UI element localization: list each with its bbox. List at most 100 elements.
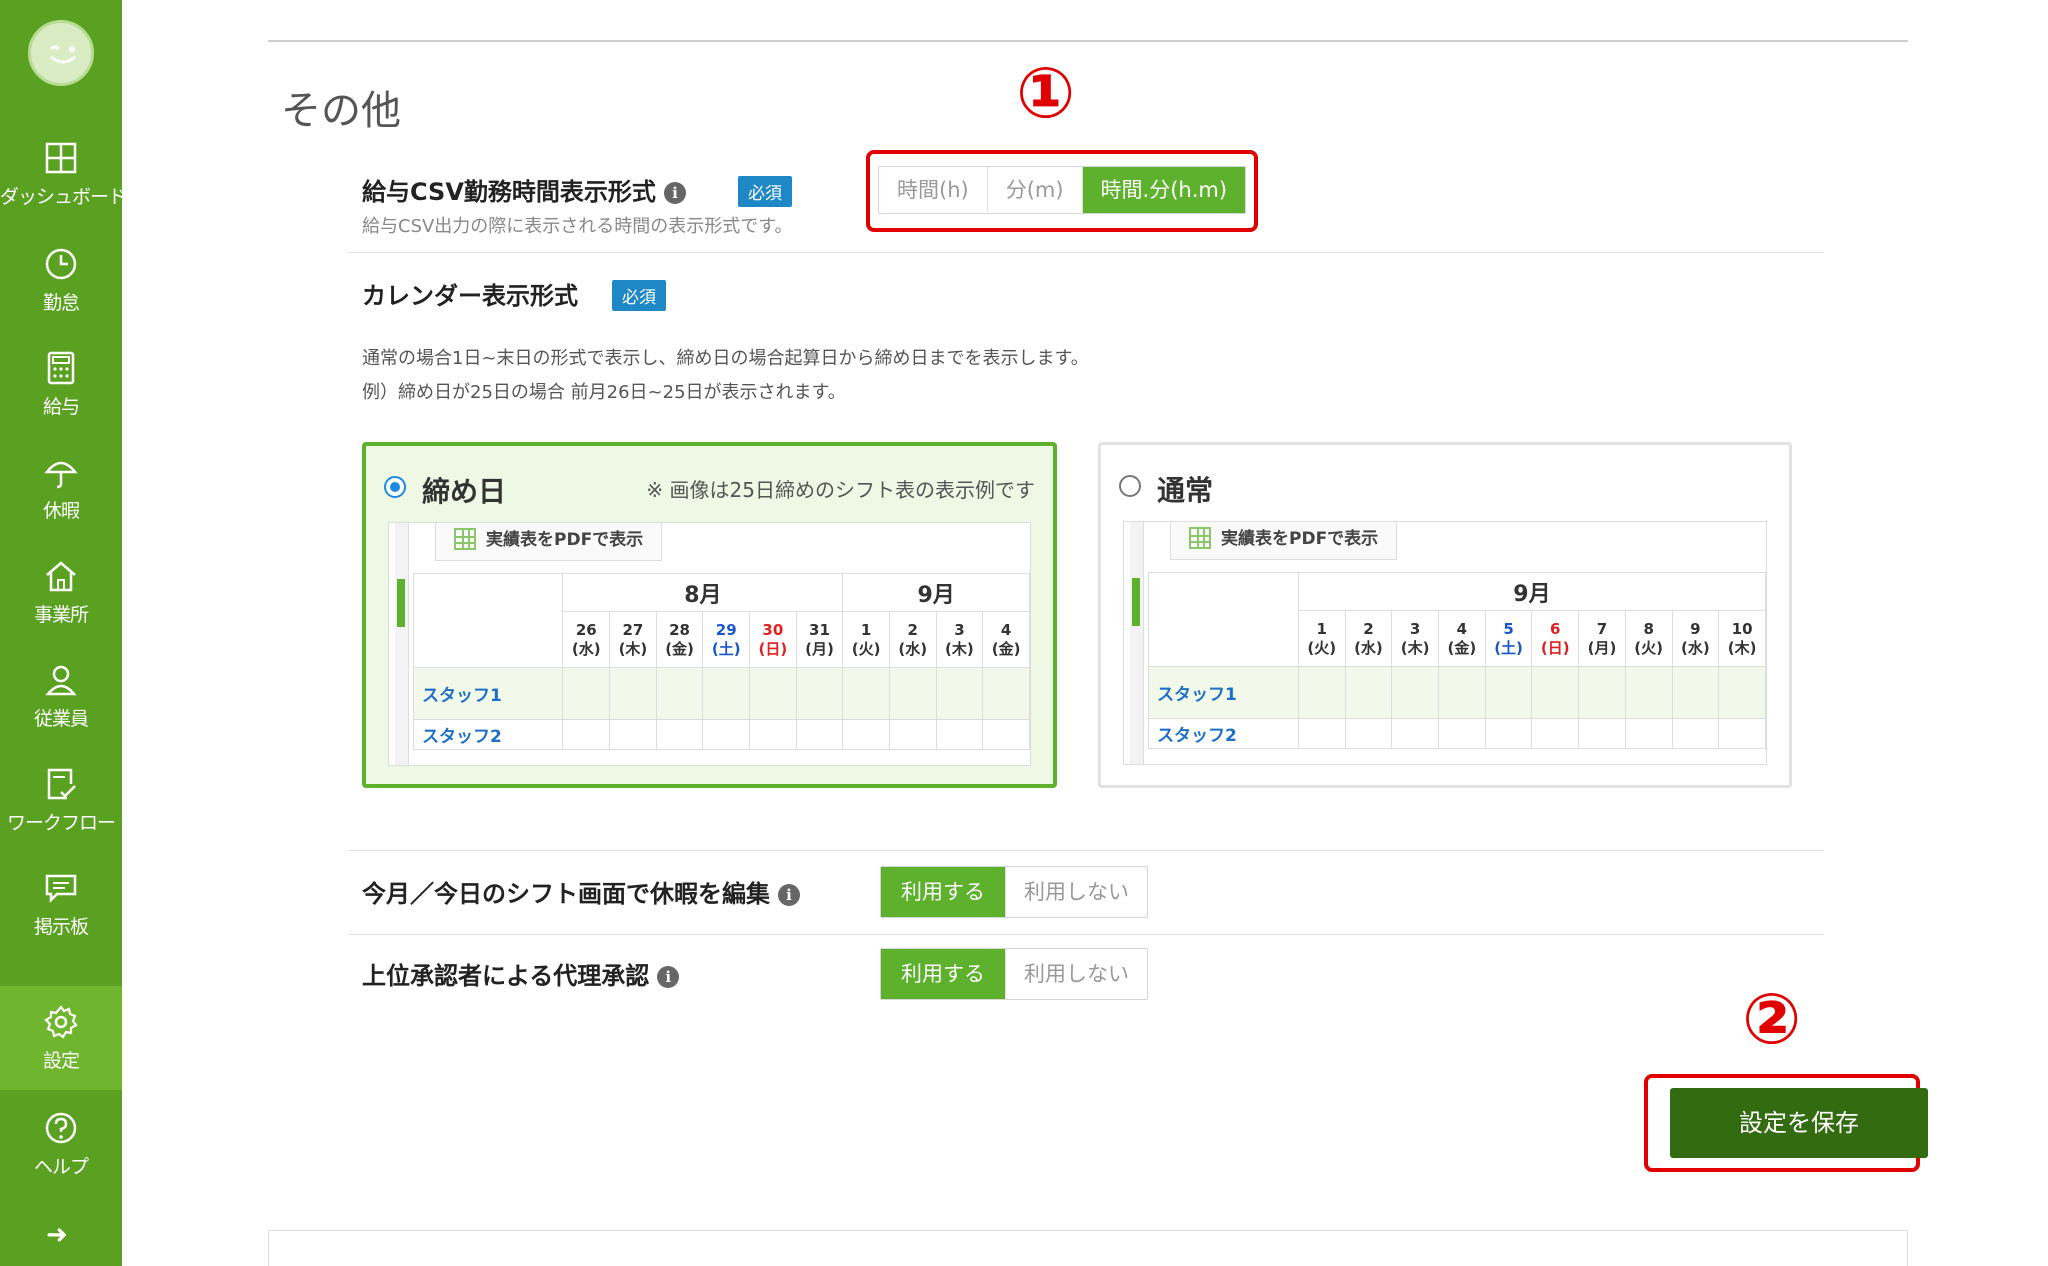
info-icon[interactable]: i — [778, 884, 800, 906]
staff-name: スタッフ2 — [412, 719, 564, 750]
annotation-box-1 — [866, 150, 1258, 232]
sidebar-item-label: 給与 — [42, 396, 80, 418]
sidebar: ダッシュボード 勤怠 給与 休暇 事業所 従業員 ワークフロー 掲示板 設定 ヘ… — [0, 0, 127, 1266]
sidebar-item-payroll[interactable]: 給与 — [0, 332, 122, 436]
shift-edit-option-use[interactable]: 利用する — [881, 867, 1006, 917]
preview-scroll-strip — [1130, 522, 1144, 764]
sidebar-item-help[interactable]: ヘルプ — [0, 1092, 122, 1196]
sidebar-item-workflow[interactable]: ワークフロー — [0, 748, 122, 852]
sidebar-item-bulletin[interactable]: 掲示板 — [0, 852, 122, 956]
sidebar-item-label: 従業員 — [33, 708, 89, 730]
expand-sidebar-icon[interactable]: ➜ — [46, 1220, 68, 1250]
staff-name: スタッフ1 — [412, 667, 564, 720]
home-icon — [46, 561, 76, 592]
sidebar-item-employees[interactable]: 従業員 — [0, 644, 122, 748]
proxy-approval-title-text: 上位承認者による代理承認 — [362, 962, 650, 990]
radio-closing-day[interactable] — [384, 476, 406, 498]
sidebar-item-leave[interactable]: 休暇 — [0, 436, 122, 540]
save-settings-button[interactable]: 設定を保存 — [1670, 1088, 1928, 1158]
table-icon — [454, 528, 476, 550]
staff-name: スタッフ2 — [1148, 718, 1299, 749]
sidebar-item-label: 掲示板 — [33, 916, 89, 938]
calendar-preview: 実績表をPDFで表示 8月 9月 26 (水) 27 (木) 28 (金) 29 (土)… — [388, 522, 1031, 766]
shift-edit-selector: 利用する 利用しない — [880, 866, 1148, 918]
day-header: 10 (木) — [1718, 610, 1766, 667]
top-divider — [268, 40, 1908, 42]
pdf-export-button: 実績表をPDFで表示 — [435, 523, 663, 561]
day-header: 2 (水) — [1344, 610, 1393, 667]
proxy-approval-selector: 利用する 利用しない — [880, 948, 1148, 1000]
chat-icon — [45, 874, 77, 904]
table-row: スタッフ1 — [412, 667, 1030, 720]
month-header: 9月 — [1297, 572, 1766, 611]
annotation-number-1: ① — [1016, 52, 1076, 134]
smiley-icon — [49, 45, 76, 64]
sidebar-item-office[interactable]: 事業所 — [0, 540, 122, 644]
sidebar-item-label: 休暇 — [42, 500, 80, 522]
preview-scroll-strip — [395, 523, 409, 765]
shift-table-preview: 8月 9月 26 (水) 27 (木) 28 (金) 29 (土) 30 (日) 31 (月… — [412, 573, 1030, 750]
shift-edit-title: 今月／今日のシフト画面で休暇を編集 i — [362, 874, 800, 909]
month-header: 8月 — [562, 573, 844, 612]
umbrella-icon — [44, 461, 78, 489]
proxy-approval-title: 上位承認者による代理承認 i — [362, 956, 680, 991]
section-title: その他 — [281, 88, 401, 134]
info-icon[interactable]: i — [663, 182, 686, 204]
day-header: 3 (木) — [935, 611, 984, 668]
sidebar-item-label: 勤怠 — [42, 292, 80, 314]
day-header: 9 (水) — [1671, 610, 1720, 667]
sidebar-item-label: 事業所 — [33, 604, 89, 626]
sidebar-item-attendance[interactable]: 勤怠 — [0, 228, 122, 332]
row-divider — [348, 252, 1824, 253]
pdf-export-label: 実績表をPDFで表示 — [486, 530, 644, 550]
day-header: 27 (木) — [609, 611, 657, 668]
sidebar-item-label: ヘルプ — [33, 1156, 89, 1178]
shift-table-preview: 9月 1 (火) 2 (水) 3 (木) 4 (金) 5 (土) 6 (日) 7 (月) 8(… — [1148, 572, 1766, 749]
row-divider — [348, 934, 1824, 935]
row-divider — [348, 850, 1824, 851]
card-note: ※ 画像は25日締めのシフト表の表示例です — [646, 478, 1035, 502]
calendar-option-closing-day[interactable]: 締め日 ※ 画像は25日締めのシフト表の表示例です 実績表をPDFで表示 8月 … — [362, 442, 1057, 788]
calendar-option-normal[interactable]: 通常 実績表をPDFで表示 9月 1 (火) 2 (水) 3 (木) 4 (金) 5 (土… — [1098, 442, 1792, 788]
day-header: 26 (水) — [562, 611, 611, 668]
calendar-format-description-2: 例）締め日が25日の場合 前月26日~25日が表示されます。 — [362, 382, 846, 403]
day-header: 31 (月) — [795, 611, 844, 668]
table-corner — [1148, 572, 1299, 667]
day-header: 6 (日) — [1531, 610, 1580, 667]
help-icon — [45, 1112, 77, 1144]
calendar-preview: 実績表をPDFで表示 9月 1 (火) 2 (水) 3 (木) 4 (金) 5 (土) 6… — [1123, 521, 1767, 765]
csv-format-title-text: 給与CSV勤務時間表示形式 — [362, 178, 656, 206]
table-row: スタッフ2 — [412, 719, 1030, 750]
info-icon[interactable]: i — [657, 966, 680, 988]
radio-normal[interactable] — [1119, 475, 1141, 497]
day-header: 1 (火) — [842, 611, 890, 668]
calendar-format-description-1: 通常の場合1日~末日の形式で表示し、締め日の場合起算日から締め日までを表示します… — [362, 348, 1089, 369]
sidebar-item-label: ワークフロー — [6, 812, 116, 834]
app-logo[interactable] — [28, 20, 94, 86]
table-row: スタッフ1 — [1148, 666, 1766, 719]
day-header: 5 (土) — [1484, 610, 1533, 667]
staff-name: スタッフ1 — [1148, 666, 1299, 719]
clock-icon — [45, 248, 77, 280]
sidebar-item-label: 設定 — [42, 1050, 80, 1072]
proxy-approval-option-not-use[interactable]: 利用しない — [1006, 949, 1147, 999]
month-header: 9月 — [842, 573, 1030, 612]
shift-edit-option-not-use[interactable]: 利用しない — [1006, 867, 1147, 917]
csv-format-description: 給与CSV出力の際に表示される時間の表示形式です。 — [362, 216, 793, 237]
day-header: 30 (日) — [749, 611, 797, 668]
required-badge: 必須 — [738, 176, 792, 207]
table-corner — [412, 573, 564, 668]
day-header: 28 (金) — [655, 611, 704, 668]
pdf-export-label: 実績表をPDFで表示 — [1221, 529, 1379, 549]
dashboard-icon — [45, 142, 77, 174]
proxy-approval-option-use[interactable]: 利用する — [881, 949, 1006, 999]
checklist-icon — [47, 768, 76, 800]
day-header: 4 (金) — [982, 611, 1030, 668]
day-header: 7 (月) — [1578, 610, 1626, 667]
day-header: 8 (火) — [1624, 610, 1673, 667]
sidebar-item-dashboard[interactable]: ダッシュボード — [0, 122, 127, 226]
table-row: スタッフ2 — [1148, 718, 1766, 749]
sidebar-item-settings[interactable]: 設定 — [0, 986, 122, 1090]
day-header: 1 (火) — [1297, 610, 1346, 667]
calculator-icon — [47, 351, 75, 385]
